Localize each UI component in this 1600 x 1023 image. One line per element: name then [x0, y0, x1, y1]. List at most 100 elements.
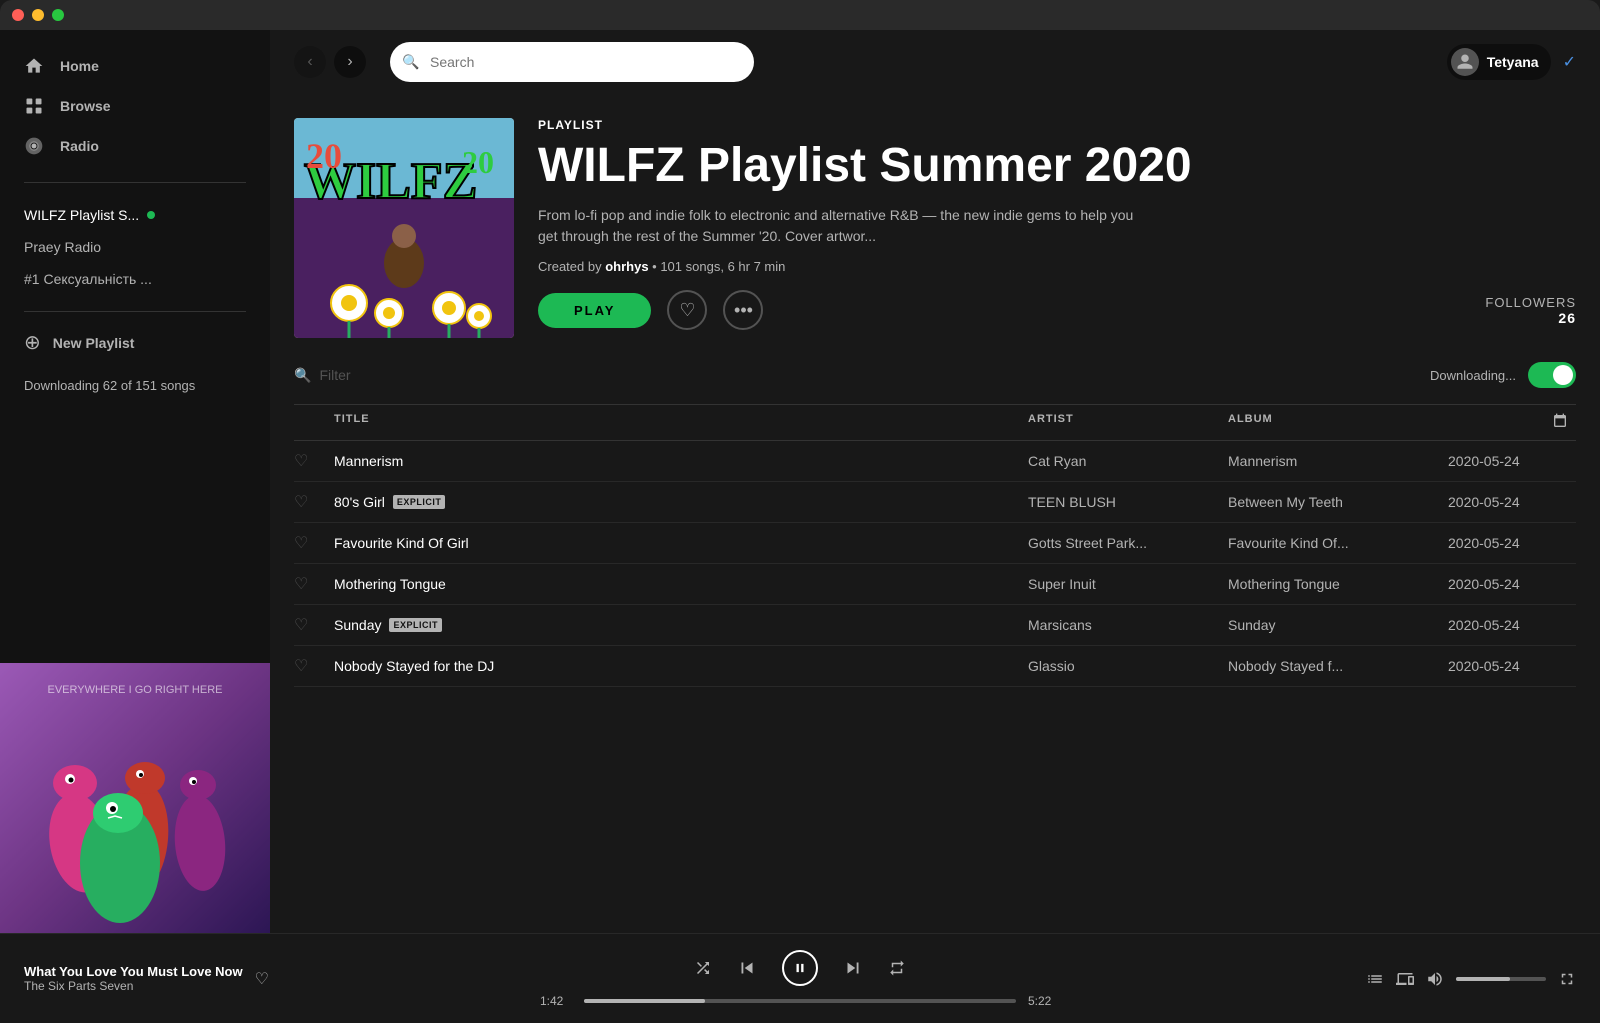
track-date: 2020-05-24 — [1448, 617, 1568, 633]
track-artist: Gotts Street Park... — [1028, 535, 1228, 551]
playlist-section: WILFZ Playlist S... Praey Radio #1 Сексу… — [0, 191, 270, 303]
track-like-button[interactable]: ♡ — [294, 656, 334, 676]
track-artist: Super Inuit — [1028, 576, 1228, 592]
track-row[interactable]: ♡ Sunday EXPLICIT Marsicans Sunday 2020-… — [294, 605, 1576, 646]
top-bar: ‹ › 🔍 Tetyana ✓ — [270, 30, 1600, 94]
sidebar-playlist-sexy[interactable]: #1 Сексуальність ... — [0, 263, 270, 295]
track-row[interactable]: ♡ Favourite Kind Of Girl Gotts Street Pa… — [294, 523, 1576, 564]
svg-text:20: 20 — [306, 136, 342, 176]
now-playing-title: What You Love You Must Love Now — [24, 964, 243, 979]
like-playlist-button[interactable]: ♡ — [667, 290, 707, 330]
forward-button[interactable]: › — [334, 46, 366, 78]
sidebar-item-home[interactable]: Home — [0, 46, 270, 86]
maximize-button[interactable] — [52, 9, 64, 21]
sidebar: Home Browse — [0, 30, 270, 933]
sidebar-item-radio[interactable]: Radio — [0, 126, 270, 166]
shuffle-button[interactable] — [694, 959, 712, 977]
verified-icon: ✓ — [1563, 52, 1576, 72]
player-right — [1276, 970, 1576, 988]
playlist-title: WILFZ Playlist Summer 2020 — [538, 140, 1576, 193]
next-button[interactable] — [842, 957, 864, 979]
fullscreen-button[interactable] — [1558, 970, 1576, 988]
app-body: Home Browse — [0, 30, 1600, 933]
sidebar-divider — [24, 182, 246, 183]
track-title: Mothering Tongue — [334, 576, 446, 592]
search-input[interactable] — [390, 42, 754, 82]
sidebar-playlist-praey[interactable]: Praey Radio — [0, 231, 270, 263]
sidebar-item-browse[interactable]: Browse — [0, 86, 270, 126]
volume-bar[interactable] — [1456, 977, 1546, 981]
svg-text:EVERYWHERE I GO RIGHT HERE: EVERYWHERE I GO RIGHT HERE — [47, 684, 222, 696]
track-title: Mannerism — [334, 453, 403, 469]
track-like-button[interactable]: ♡ — [294, 574, 334, 594]
sidebar-playlist-wilfz-label: WILFZ Playlist S... — [24, 207, 139, 223]
queue-button[interactable] — [1366, 970, 1384, 988]
sidebar-divider2 — [24, 311, 246, 312]
track-row[interactable]: ♡ Mannerism Cat Ryan Mannerism 2020-05-2… — [294, 441, 1576, 482]
track-row[interactable]: ♡ Mothering Tongue Super Inuit Mothering… — [294, 564, 1576, 605]
track-date: 2020-05-24 — [1448, 453, 1568, 469]
track-like-button[interactable]: ♡ — [294, 492, 334, 512]
track-table-header: TITLE ARTIST ALBUM — [294, 405, 1576, 441]
track-album: Sunday — [1228, 617, 1448, 633]
track-title-cell: Sunday EXPLICIT — [334, 617, 1028, 633]
minimize-button[interactable] — [32, 9, 44, 21]
track-row[interactable]: ♡ 80's Girl EXPLICIT TEEN BLUSH Between … — [294, 482, 1576, 523]
track-like-button[interactable]: ♡ — [294, 451, 334, 471]
playlist-actions: PLAY ♡ ••• FOLLOWERS 26 — [538, 290, 1576, 330]
sidebar-now-playing-art: EVERYWHERE I GO RIGHT HERE — [0, 663, 270, 933]
more-options-button[interactable]: ••• — [723, 290, 763, 330]
sidebar-browse-label: Browse — [60, 98, 111, 114]
track-like-button[interactable]: ♡ — [294, 615, 334, 635]
new-playlist-button[interactable]: ⊕ New Playlist — [0, 320, 270, 365]
play-pause-button[interactable] — [782, 950, 818, 986]
current-time: 1:42 — [540, 994, 572, 1008]
user-menu-button[interactable]: Tetyana — [1447, 44, 1551, 80]
player-heart-button[interactable]: ♡ — [255, 969, 269, 989]
back-button[interactable]: ‹ — [294, 46, 326, 78]
filter-input-wrap: 🔍 Filter — [294, 367, 351, 384]
playlist-meta: Created by ohrhys • 101 songs, 6 hr 7 mi… — [538, 259, 1576, 274]
playlist-duration: 6 hr 7 min — [728, 259, 786, 274]
header-like — [294, 413, 334, 432]
track-title: Sunday — [334, 617, 381, 633]
volume-button[interactable] — [1426, 970, 1444, 988]
sidebar-home-label: Home — [60, 58, 99, 74]
player-left: What You Love You Must Love Now The Six … — [24, 964, 324, 993]
downloading-label: Downloading... — [1430, 368, 1516, 383]
play-button[interactable]: PLAY — [538, 293, 651, 328]
traffic-lights — [12, 9, 64, 21]
repeat-button[interactable] — [888, 959, 906, 977]
track-row[interactable]: ♡ Nobody Stayed for the DJ Glassio Nobod… — [294, 646, 1576, 687]
explicit-badge: EXPLICIT — [389, 618, 442, 632]
sidebar-playlist-wilfz[interactable]: WILFZ Playlist S... — [0, 199, 270, 231]
sidebar-album-art: EVERYWHERE I GO RIGHT HERE — [0, 663, 270, 933]
home-icon — [24, 56, 44, 76]
track-title-cell: Nobody Stayed for the DJ — [334, 658, 1028, 674]
track-artist: Glassio — [1028, 658, 1228, 674]
explicit-badge: EXPLICIT — [393, 495, 446, 509]
svg-text:20: 20 — [462, 144, 494, 180]
devices-button[interactable] — [1396, 970, 1414, 988]
track-like-button[interactable]: ♡ — [294, 533, 334, 553]
sidebar-playlist-praey-label: Praey Radio — [24, 239, 101, 255]
track-list-container[interactable]: 🔍 Filter Downloading... TITLE ARTIST ALB… — [270, 354, 1600, 933]
sidebar-playlist-sexy-label: #1 Сексуальність ... — [24, 271, 152, 287]
progress-bar[interactable] — [584, 999, 1016, 1003]
track-album: Mannerism — [1228, 453, 1448, 469]
sidebar-nav: Home Browse — [0, 30, 270, 174]
track-artist: Marsicans — [1028, 617, 1228, 633]
player-bar: What You Love You Must Love Now The Six … — [0, 933, 1600, 1023]
followers-count: 26 — [1485, 310, 1576, 326]
close-button[interactable] — [12, 9, 24, 21]
download-toggle[interactable] — [1528, 362, 1576, 388]
search-bar: 🔍 — [390, 42, 754, 82]
main-content: ‹ › 🔍 Tetyana ✓ — [270, 30, 1600, 933]
playlist-header: WILFZ 20 20 — [270, 94, 1600, 354]
track-title-cell: Mannerism — [334, 453, 1028, 469]
playlist-cover: WILFZ 20 20 — [294, 118, 514, 338]
previous-button[interactable] — [736, 957, 758, 979]
filter-search-icon: 🔍 — [294, 367, 311, 384]
track-artist: Cat Ryan — [1028, 453, 1228, 469]
track-title: Nobody Stayed for the DJ — [334, 658, 494, 674]
